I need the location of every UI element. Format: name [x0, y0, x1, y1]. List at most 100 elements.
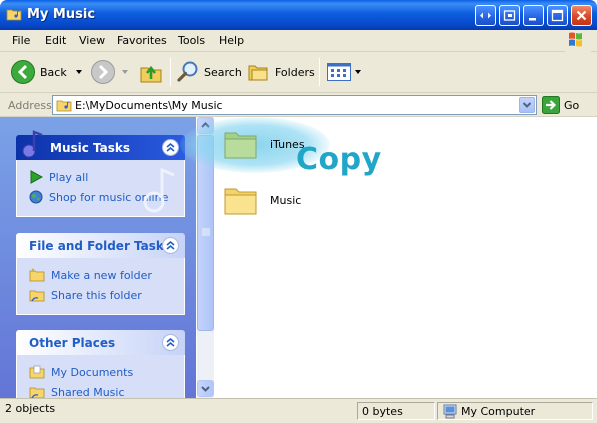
status-bar: 2 objects 0 bytes My Computer [0, 398, 597, 423]
folders-icon [248, 65, 268, 81]
folder-item-itunes[interactable]: iTunes [222, 125, 305, 163]
my-documents-icon [29, 365, 45, 379]
folders-button[interactable]: Folders [247, 58, 315, 86]
my-computer-icon [443, 404, 457, 419]
forward-button[interactable] [90, 58, 129, 86]
grip-icon [202, 228, 210, 236]
restore-tab-button[interactable] [475, 5, 496, 26]
chevron-down-icon [201, 386, 210, 392]
toolbar: Back Search Folders [0, 52, 597, 93]
menu-view[interactable]: View [79, 34, 105, 47]
other-places-header[interactable]: Other Places [16, 330, 185, 355]
copy-overlay-text: Copy [296, 142, 382, 177]
title-bar[interactable]: My Music [0, 0, 597, 30]
search-button[interactable]: Search [176, 58, 242, 86]
place-my-documents-label: My Documents [51, 365, 134, 379]
minimize-icon [529, 18, 536, 21]
back-label: Back [40, 65, 67, 79]
address-bar: Address E:\MyDocuments\My Music Go [0, 93, 597, 117]
scroll-down-button[interactable] [197, 380, 214, 397]
task-play-all-label: Play all [49, 170, 89, 184]
folder-icon [224, 132, 257, 159]
music-tasks-panel: Music Tasks Play all Shop for music onli… [16, 130, 185, 217]
go-button[interactable]: Go [542, 96, 579, 114]
place-shared-music[interactable]: Shared Music [29, 382, 184, 398]
search-label: Search [204, 65, 242, 79]
address-path: E:\MyDocuments\My Music [75, 99, 223, 112]
toolbar-separator [170, 58, 171, 86]
maximize-icon [551, 9, 564, 22]
folder-item-music-label: Music [270, 193, 302, 207]
folder-item-music[interactable]: Music [222, 181, 301, 219]
chevron-down-icon[interactable] [354, 68, 362, 76]
windows-logo-icon [565, 30, 591, 52]
task-new-folder-label: Make a new folder [51, 268, 152, 282]
window-title: My Music [27, 7, 96, 22]
menu-help[interactable]: Help [219, 34, 244, 47]
status-location: My Computer [461, 405, 536, 418]
folders-label: Folders [275, 65, 315, 79]
go-label: Go [564, 98, 580, 112]
chevron-up-double-icon [166, 142, 175, 152]
chevron-up-double-icon [166, 240, 175, 250]
views-button[interactable] [326, 58, 362, 86]
new-folder-icon [29, 268, 45, 282]
music-tasks-title: Music Tasks [50, 141, 131, 155]
status-location-cell: My Computer [437, 402, 593, 420]
menu-tools[interactable]: Tools [178, 34, 205, 47]
menu-edit[interactable]: Edit [45, 34, 66, 47]
music-tasks-body: Play all Shop for music online [16, 160, 185, 217]
status-object-count: 2 objects [5, 402, 56, 415]
chevron-down-icon[interactable] [75, 68, 83, 76]
file-list[interactable]: iTunes Copy Music [180, 117, 597, 398]
folder-music-icon [6, 9, 22, 21]
share-folder-icon [29, 290, 45, 302]
menu-bar: File Edit View Favorites Tools Help [0, 30, 597, 52]
go-arrow-icon [542, 96, 560, 114]
up-folder-button[interactable] [138, 58, 164, 86]
status-size-cell: 0 bytes [357, 402, 435, 420]
views-icon [327, 63, 351, 81]
other-places-title: Other Places [29, 336, 116, 350]
search-icon [177, 61, 198, 82]
file-folder-tasks-body: Make a new folder Share this folder [16, 258, 185, 315]
back-button[interactable]: Back [10, 58, 83, 86]
collapse-file-folder-tasks-button[interactable] [162, 237, 179, 254]
close-icon [576, 10, 587, 21]
task-pane: Music Tasks Play all Shop for music onli… [0, 117, 196, 398]
maximize-button[interactable] [547, 5, 568, 26]
address-label: Address [8, 99, 52, 112]
chevron-down-icon [522, 102, 532, 108]
play-icon [30, 170, 43, 184]
shared-music-icon [29, 387, 45, 398]
task-new-folder[interactable]: Make a new folder [29, 265, 184, 285]
music-tasks-header[interactable]: Music Tasks [16, 130, 185, 160]
other-places-panel: Other Places My Documents Shared Music [16, 330, 185, 398]
menu-favorites[interactable]: Favorites [117, 34, 167, 47]
other-places-body: My Documents Shared Music [16, 355, 185, 398]
collapse-music-tasks-button[interactable] [162, 139, 179, 156]
music-note-watermark-icon [143, 167, 175, 213]
collapse-other-places-button[interactable] [162, 334, 179, 351]
place-shared-music-label: Shared Music [51, 385, 125, 399]
window-switch-icon [503, 10, 516, 21]
place-my-documents[interactable]: My Documents [29, 362, 184, 382]
status-size: 0 bytes [362, 405, 403, 418]
file-folder-tasks-title: File and Folder Tasks [29, 239, 172, 253]
back-arrow-icon [11, 60, 35, 84]
file-folder-tasks-header[interactable]: File and Folder Tasks [16, 233, 185, 258]
menu-file[interactable]: File [12, 34, 30, 47]
folder-up-icon [140, 65, 162, 83]
chevron-down-icon[interactable] [121, 68, 129, 76]
file-folder-tasks-panel: File and Folder Tasks Make a new folder [16, 233, 185, 315]
music-note-icon [22, 130, 43, 158]
task-share-folder[interactable]: Share this folder [29, 285, 184, 305]
minimize-button[interactable] [523, 5, 544, 26]
task-share-folder-label: Share this folder [51, 288, 142, 302]
address-dropdown-button[interactable] [519, 97, 535, 113]
close-button[interactable] [571, 5, 592, 26]
window-switch-button[interactable] [499, 5, 520, 26]
folder-music-icon [56, 100, 72, 112]
folder-icon [224, 188, 257, 215]
address-input[interactable]: E:\MyDocuments\My Music [52, 95, 537, 115]
